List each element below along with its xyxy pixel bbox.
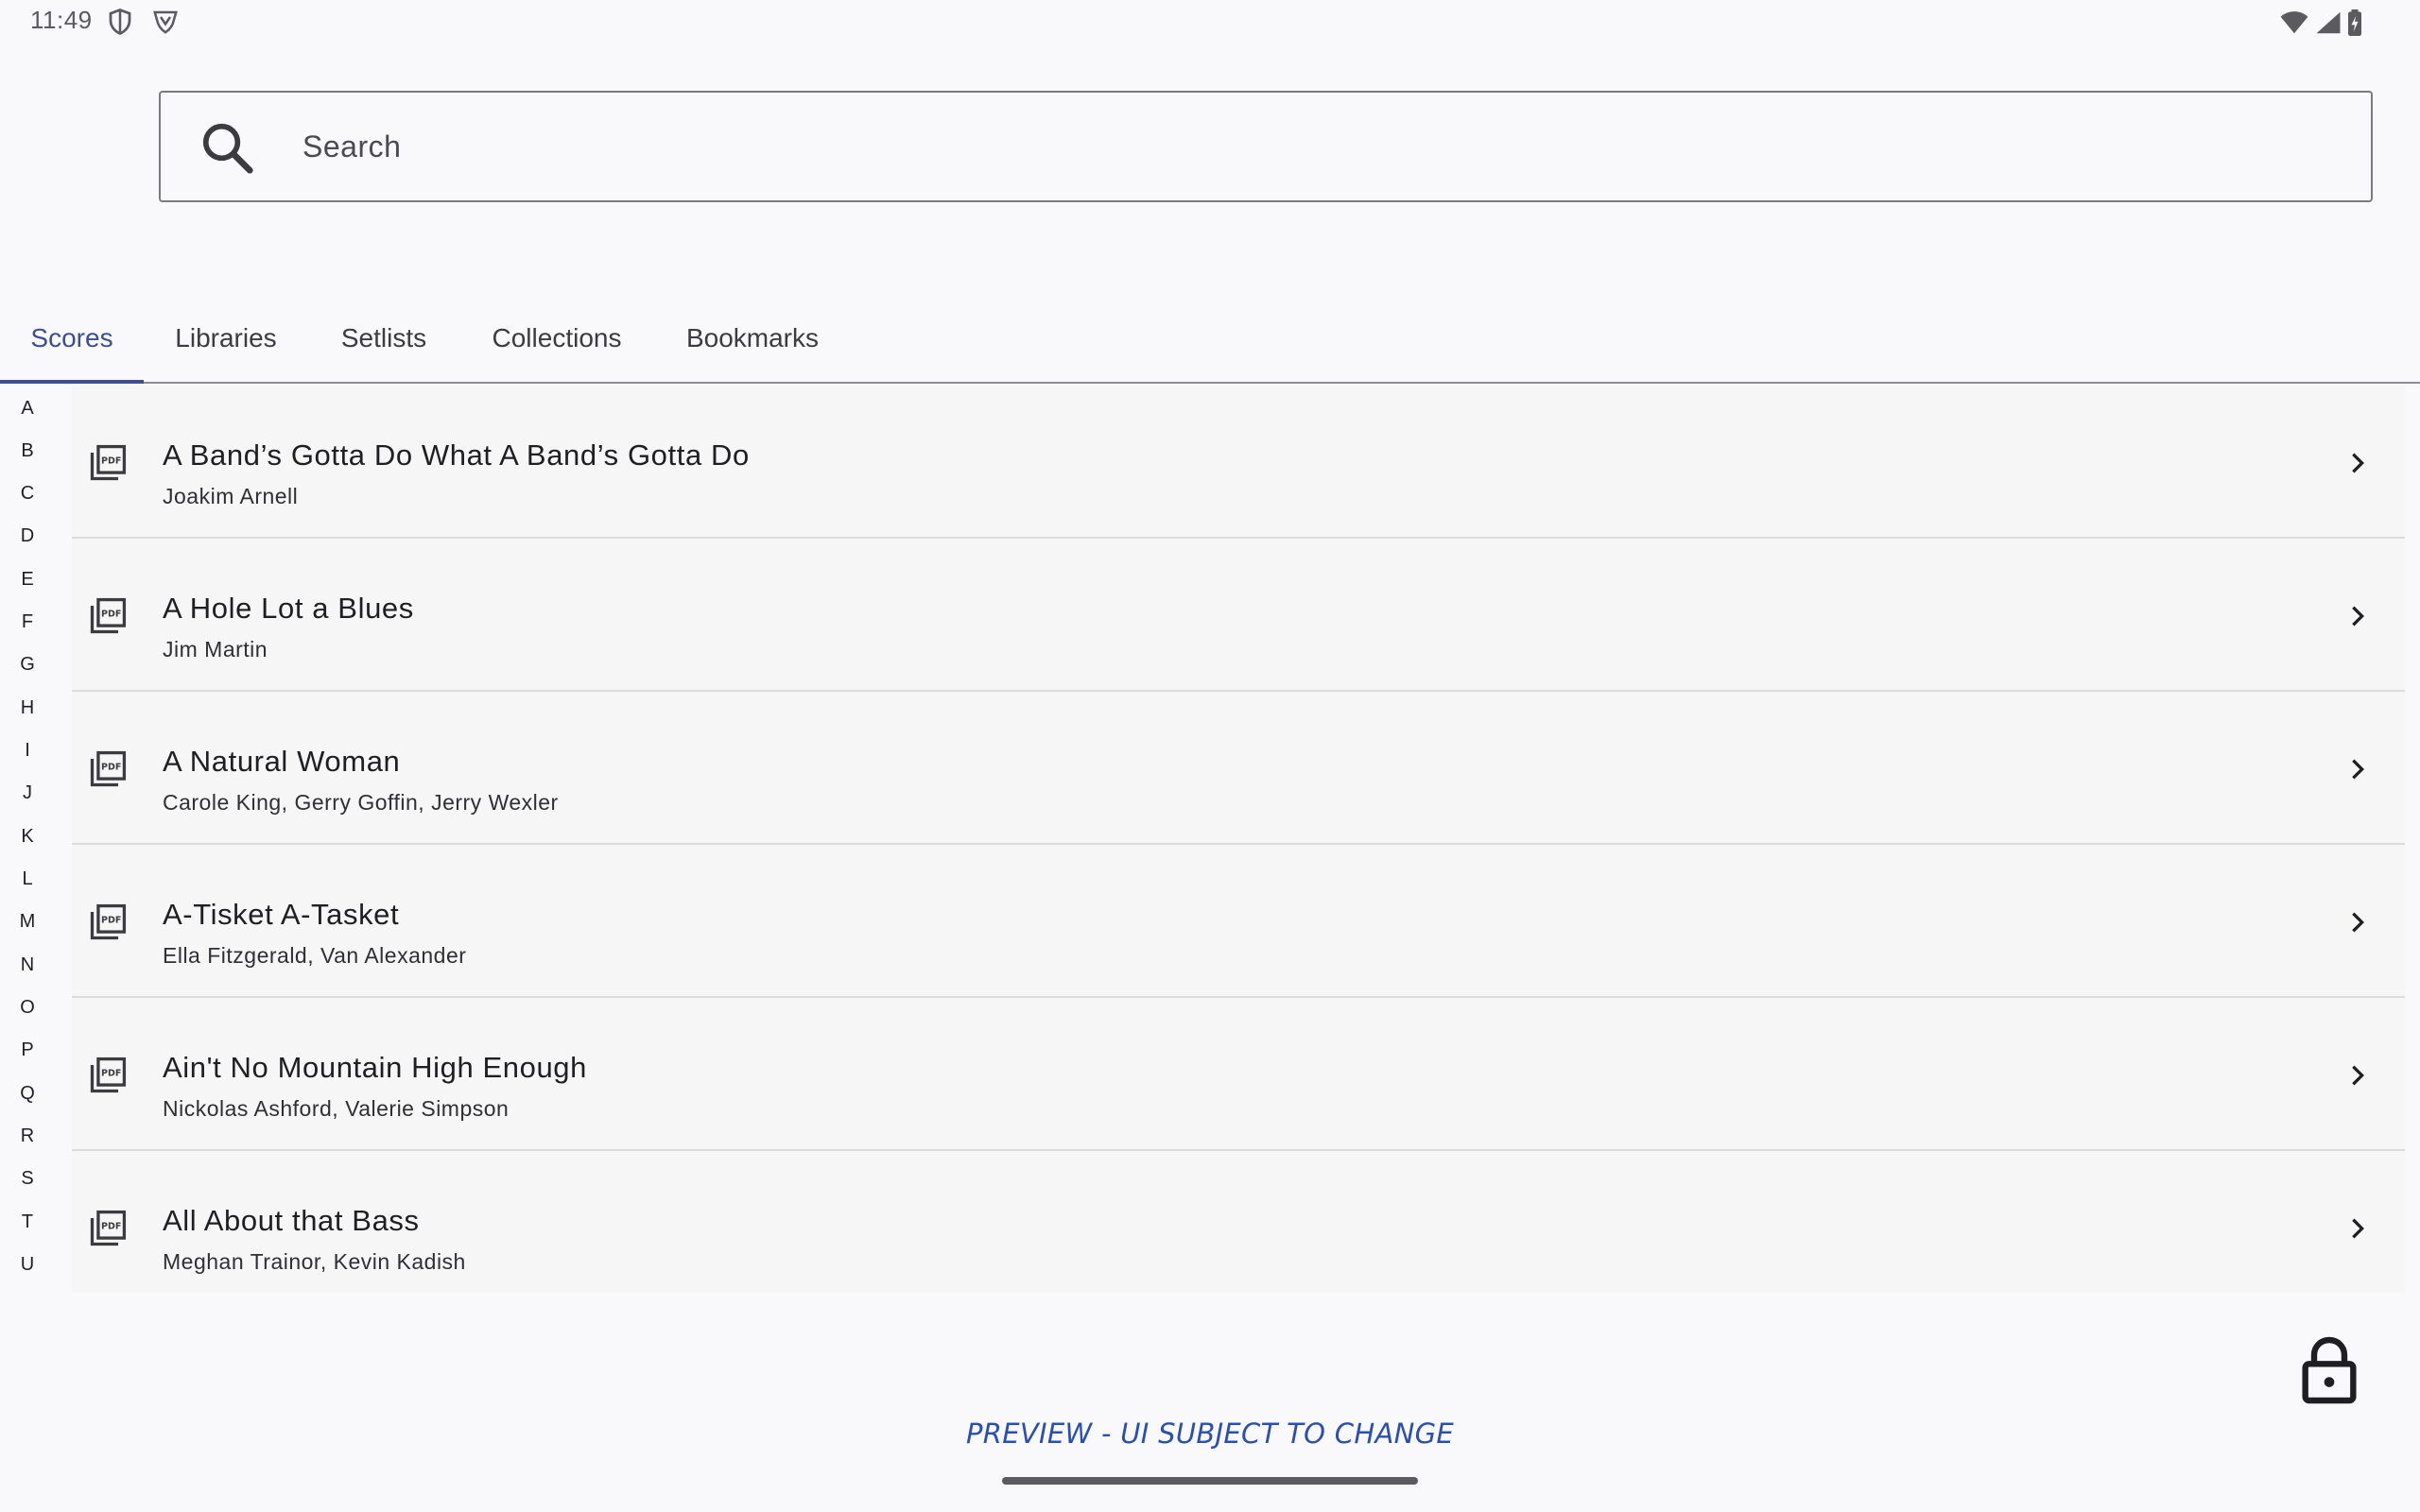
alpha-letter-k[interactable]: K: [0, 825, 55, 848]
app-root: 11:49 Scores Libraries Set: [0, 0, 2420, 1512]
score-title: A Hole Lot a Blues: [163, 592, 414, 625]
alpha-letter-u[interactable]: U: [0, 1253, 55, 1276]
score-row[interactable]: PDF A Natural Woman Carole King, Gerry G…: [72, 692, 2405, 845]
tab-setlists[interactable]: Setlists: [321, 301, 446, 382]
score-row[interactable]: PDF All About that Bass Meghan Trainor, …: [72, 1151, 2405, 1302]
chevron-right-icon: [2352, 912, 2364, 933]
score-title: Ain't No Mountain High Enough: [163, 1051, 587, 1084]
alpha-letter-r[interactable]: R: [0, 1125, 55, 1147]
tab-scores[interactable]: Scores: [0, 301, 144, 384]
score-composer: Nickolas Ashford, Valerie Simpson: [163, 1096, 510, 1121]
score-list: PDF A Band’s Gotta Do What A Band’s Gott…: [72, 386, 2405, 1293]
status-time: 11:49: [30, 6, 93, 34]
chevron-right-icon: [2352, 606, 2364, 627]
score-title: All About that Bass: [163, 1204, 420, 1237]
alpha-letter-i[interactable]: I: [0, 739, 55, 762]
chevron-right-icon: [2352, 453, 2364, 473]
score-composer: Ella Fitzgerald, Van Alexander: [163, 943, 467, 968]
score-title: A-Tisket A-Tasket: [163, 898, 400, 931]
pdf-file-icon: PDF: [90, 903, 127, 940]
shield-icon: [109, 9, 131, 36]
svg-text:PDF: PDF: [101, 1069, 121, 1079]
score-row[interactable]: PDF A-Tisket A-Tasket Ella Fitzgerald, V…: [72, 845, 2405, 998]
search-bar[interactable]: [159, 91, 2373, 202]
alpha-letter-h[interactable]: H: [0, 696, 55, 719]
alpha-letter-n[interactable]: N: [0, 954, 55, 976]
alpha-letter-f[interactable]: F: [0, 610, 55, 633]
alpha-letter-t[interactable]: T: [0, 1211, 55, 1233]
pdf-file-icon: PDF: [90, 1057, 127, 1093]
alpha-letter-o[interactable]: O: [0, 996, 55, 1019]
alpha-letter-q[interactable]: Q: [0, 1082, 55, 1105]
score-title: A Natural Woman: [163, 745, 401, 778]
alpha-letter-c[interactable]: C: [0, 482, 55, 505]
wifi-icon: [2280, 11, 2308, 34]
home-indicator[interactable]: [1002, 1477, 1418, 1485]
alpha-letter-m[interactable]: M: [0, 910, 55, 933]
search-icon[interactable]: [199, 119, 257, 178]
tab-libraries[interactable]: Libraries: [151, 301, 301, 382]
tab-bookmarks[interactable]: Bookmarks: [667, 301, 838, 382]
alpha-letter-s[interactable]: S: [0, 1167, 55, 1190]
score-row[interactable]: PDF A Hole Lot a Blues Jim Martin: [72, 539, 2405, 692]
pdf-file-icon: PDF: [90, 1210, 127, 1246]
tab-bar: Scores Libraries Setlists Collections Bo…: [0, 301, 2420, 384]
svg-text:PDF: PDF: [101, 763, 121, 773]
chevron-right-icon: [2352, 1218, 2364, 1239]
svg-text:PDF: PDF: [101, 916, 121, 926]
alpha-letter-j[interactable]: J: [0, 782, 55, 804]
svg-text:PDF: PDF: [101, 1222, 121, 1232]
vpn-shield-icon: [153, 10, 178, 34]
alpha-letter-p[interactable]: P: [0, 1039, 55, 1061]
svg-text:PDF: PDF: [101, 610, 121, 620]
pdf-file-icon: PDF: [90, 597, 127, 634]
pdf-file-icon: PDF: [90, 750, 127, 787]
lock-icon[interactable]: [2299, 1336, 2360, 1404]
alpha-letter-a[interactable]: A: [0, 397, 55, 420]
preview-banner: PREVIEW - UI SUBJECT TO CHANGE: [966, 1418, 1454, 1450]
score-composer: Carole King, Gerry Goffin, Jerry Wexler: [163, 790, 559, 815]
battery-charging-icon: [2348, 9, 2361, 36]
svg-text:PDF: PDF: [101, 456, 121, 467]
score-composer: Joakim Arnell: [163, 484, 299, 508]
pdf-file-icon: PDF: [90, 444, 127, 481]
status-bar: 11:49: [0, 0, 2420, 45]
score-row[interactable]: PDF Ain't No Mountain High Enough Nickol…: [72, 998, 2405, 1151]
alpha-letter-l[interactable]: L: [0, 868, 55, 890]
score-composer: Meghan Trainor, Kevin Kadish: [163, 1249, 466, 1274]
score-row[interactable]: PDF A Band’s Gotta Do What A Band’s Gott…: [72, 386, 2405, 539]
score-title: A Band’s Gotta Do What A Band’s Gotta Do: [163, 438, 750, 472]
alpha-letter-d[interactable]: D: [0, 524, 55, 547]
cell-signal-icon: [2316, 11, 2341, 34]
score-composer: Jim Martin: [163, 637, 268, 662]
tab-collections[interactable]: Collections: [473, 301, 641, 382]
alpha-letter-b[interactable]: B: [0, 439, 55, 462]
chevron-right-icon: [2352, 1065, 2364, 1086]
search-input[interactable]: [302, 93, 2335, 200]
chevron-right-icon: [2352, 759, 2364, 780]
alpha-letter-e[interactable]: E: [0, 568, 55, 591]
alpha-letter-g[interactable]: G: [0, 653, 55, 676]
